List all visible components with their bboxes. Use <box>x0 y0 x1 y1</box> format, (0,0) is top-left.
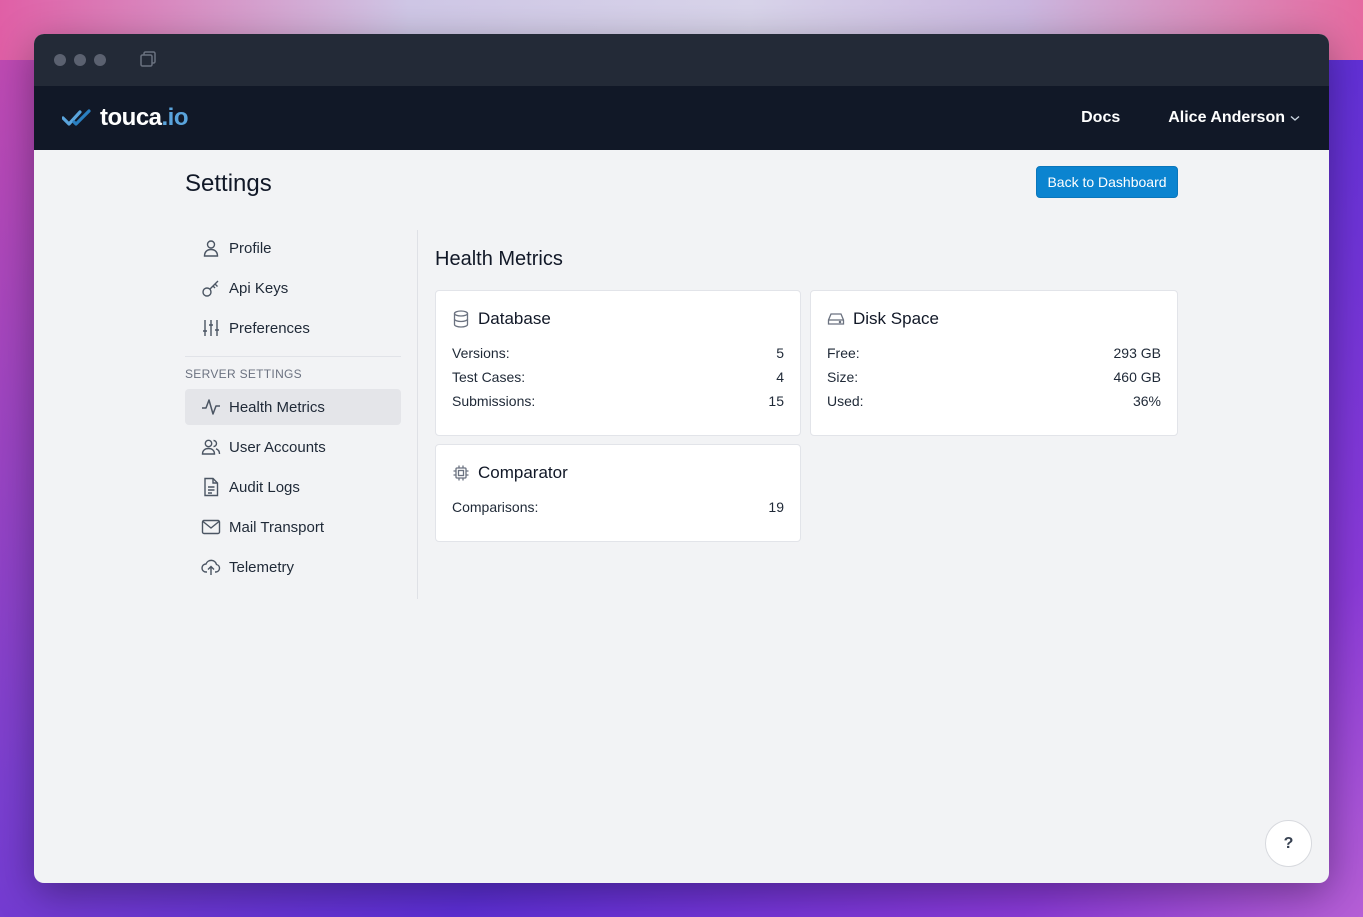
metric-label: Size: <box>827 369 859 385</box>
cpu-chip-icon <box>453 465 469 481</box>
cloud-upload-icon <box>201 559 221 575</box>
sidebar-item-label: Profile <box>229 239 272 257</box>
mail-icon <box>201 519 221 535</box>
comparator-card: Comparator Comparisons: 19 <box>435 444 801 542</box>
sidebar-item-label: Api Keys <box>229 279 289 297</box>
hard-drive-icon <box>827 313 845 325</box>
sidebar-section-heading: Server Settings <box>185 367 302 381</box>
document-icon <box>204 477 219 497</box>
metric-row: Comparisons: 19 <box>452 495 784 519</box>
maximize-dot[interactable] <box>94 54 106 66</box>
metric-row: Submissions: 15 <box>452 389 784 413</box>
close-dot[interactable] <box>54 54 66 66</box>
disk-space-card: Disk Space Free: 293 GB Size: 460 GB Used:… <box>810 290 1178 436</box>
activity-icon <box>202 399 220 415</box>
user-icon <box>203 240 219 257</box>
chevron-down-icon <box>1290 115 1300 121</box>
sidebar-item-label: Preferences <box>229 319 310 337</box>
page-title: Settings <box>185 170 272 197</box>
sidebar-item-label: Mail Transport <box>229 518 325 536</box>
metric-row: Versions: 5 <box>452 341 784 365</box>
browser-window: touca.io Docs Alice Anderson Settings Ba… <box>34 34 1329 883</box>
sidebar-item-label: User Accounts <box>229 438 326 456</box>
sidebar-item-profile[interactable]: Profile <box>185 230 401 266</box>
metric-label: Comparisons: <box>452 499 539 515</box>
back-to-dashboard-button[interactable]: Back to Dashboard <box>1036 166 1178 198</box>
sidebar-item-health-metrics[interactable]: Health Metrics <box>185 389 401 425</box>
key-icon <box>202 280 219 297</box>
metric-value: 36% <box>1132 393 1161 409</box>
sidebar-item-api-keys[interactable]: Api Keys <box>185 270 401 306</box>
sidebar-divider <box>185 356 401 357</box>
metric-value: 5 <box>776 345 784 361</box>
minimize-dot[interactable] <box>74 54 86 66</box>
metric-row: Used: 36% <box>827 389 1161 413</box>
metric-value: 293 GB <box>1113 345 1161 361</box>
double-check-logo-icon <box>62 109 91 126</box>
metric-row: Free: 293 GB <box>827 341 1161 365</box>
sidebar-item-label: Health Metrics <box>229 398 325 416</box>
brand-wordmark: touca.io <box>100 104 189 132</box>
database-icon <box>453 310 469 328</box>
metric-value: 15 <box>768 393 784 409</box>
comparator-card-title: Comparator <box>478 463 568 482</box>
user-name: Alice Anderson <box>1168 109 1285 126</box>
sidebar-item-mail-transport[interactable]: Mail Transport <box>185 509 401 545</box>
sidebar-separator <box>417 230 418 599</box>
brand-logo[interactable]: touca.io <box>62 104 189 132</box>
metric-label: Submissions: <box>452 393 536 409</box>
metric-value: 4 <box>776 369 784 385</box>
metric-row: Size: 460 GB <box>827 365 1161 389</box>
brand-tld: .io <box>161 104 189 131</box>
brand-name: touca <box>100 104 162 131</box>
database-card: Database Versions: 5 Test Cases: 4 Submiss… <box>435 290 801 436</box>
settings-sidebar: Profile Api Keys Preferences Server Sett… <box>185 230 401 589</box>
users-icon <box>201 439 221 455</box>
metric-value: 460 GB <box>1113 369 1161 385</box>
sidebar-item-label: Audit Logs <box>229 478 300 496</box>
sidebar-item-telemetry[interactable]: Telemetry <box>185 549 401 585</box>
sidebar-item-preferences[interactable]: Preferences <box>185 310 401 346</box>
metric-value: 19 <box>768 499 784 515</box>
sidebar-item-user-accounts[interactable]: User Accounts <box>185 429 401 465</box>
settings-content: Settings Back to Dashboard Profile Api K… <box>34 150 1329 883</box>
metric-label: Free: <box>827 345 860 361</box>
docs-link[interactable]: Docs <box>1081 109 1120 127</box>
metric-row: Test Cases: 4 <box>452 365 784 389</box>
disk-space-card-title: Disk Space <box>853 309 939 328</box>
metric-label: Used: <box>827 393 864 409</box>
user-menu[interactable]: Alice Anderson <box>1168 109 1301 127</box>
database-card-title: Database <box>478 309 551 328</box>
top-navbar: touca.io Docs Alice Anderson <box>34 86 1329 150</box>
metric-label: Test Cases: <box>452 369 526 385</box>
window-titlebar <box>34 34 1329 86</box>
help-button[interactable]: ? <box>1265 820 1312 867</box>
section-title: Health Metrics <box>435 248 563 270</box>
sidebar-item-audit-logs[interactable]: Audit Logs <box>185 469 401 505</box>
sliders-icon <box>203 320 219 336</box>
metric-label: Versions: <box>452 345 510 361</box>
tabs-overview-icon[interactable] <box>138 50 158 70</box>
sidebar-item-label: Telemetry <box>229 558 295 576</box>
